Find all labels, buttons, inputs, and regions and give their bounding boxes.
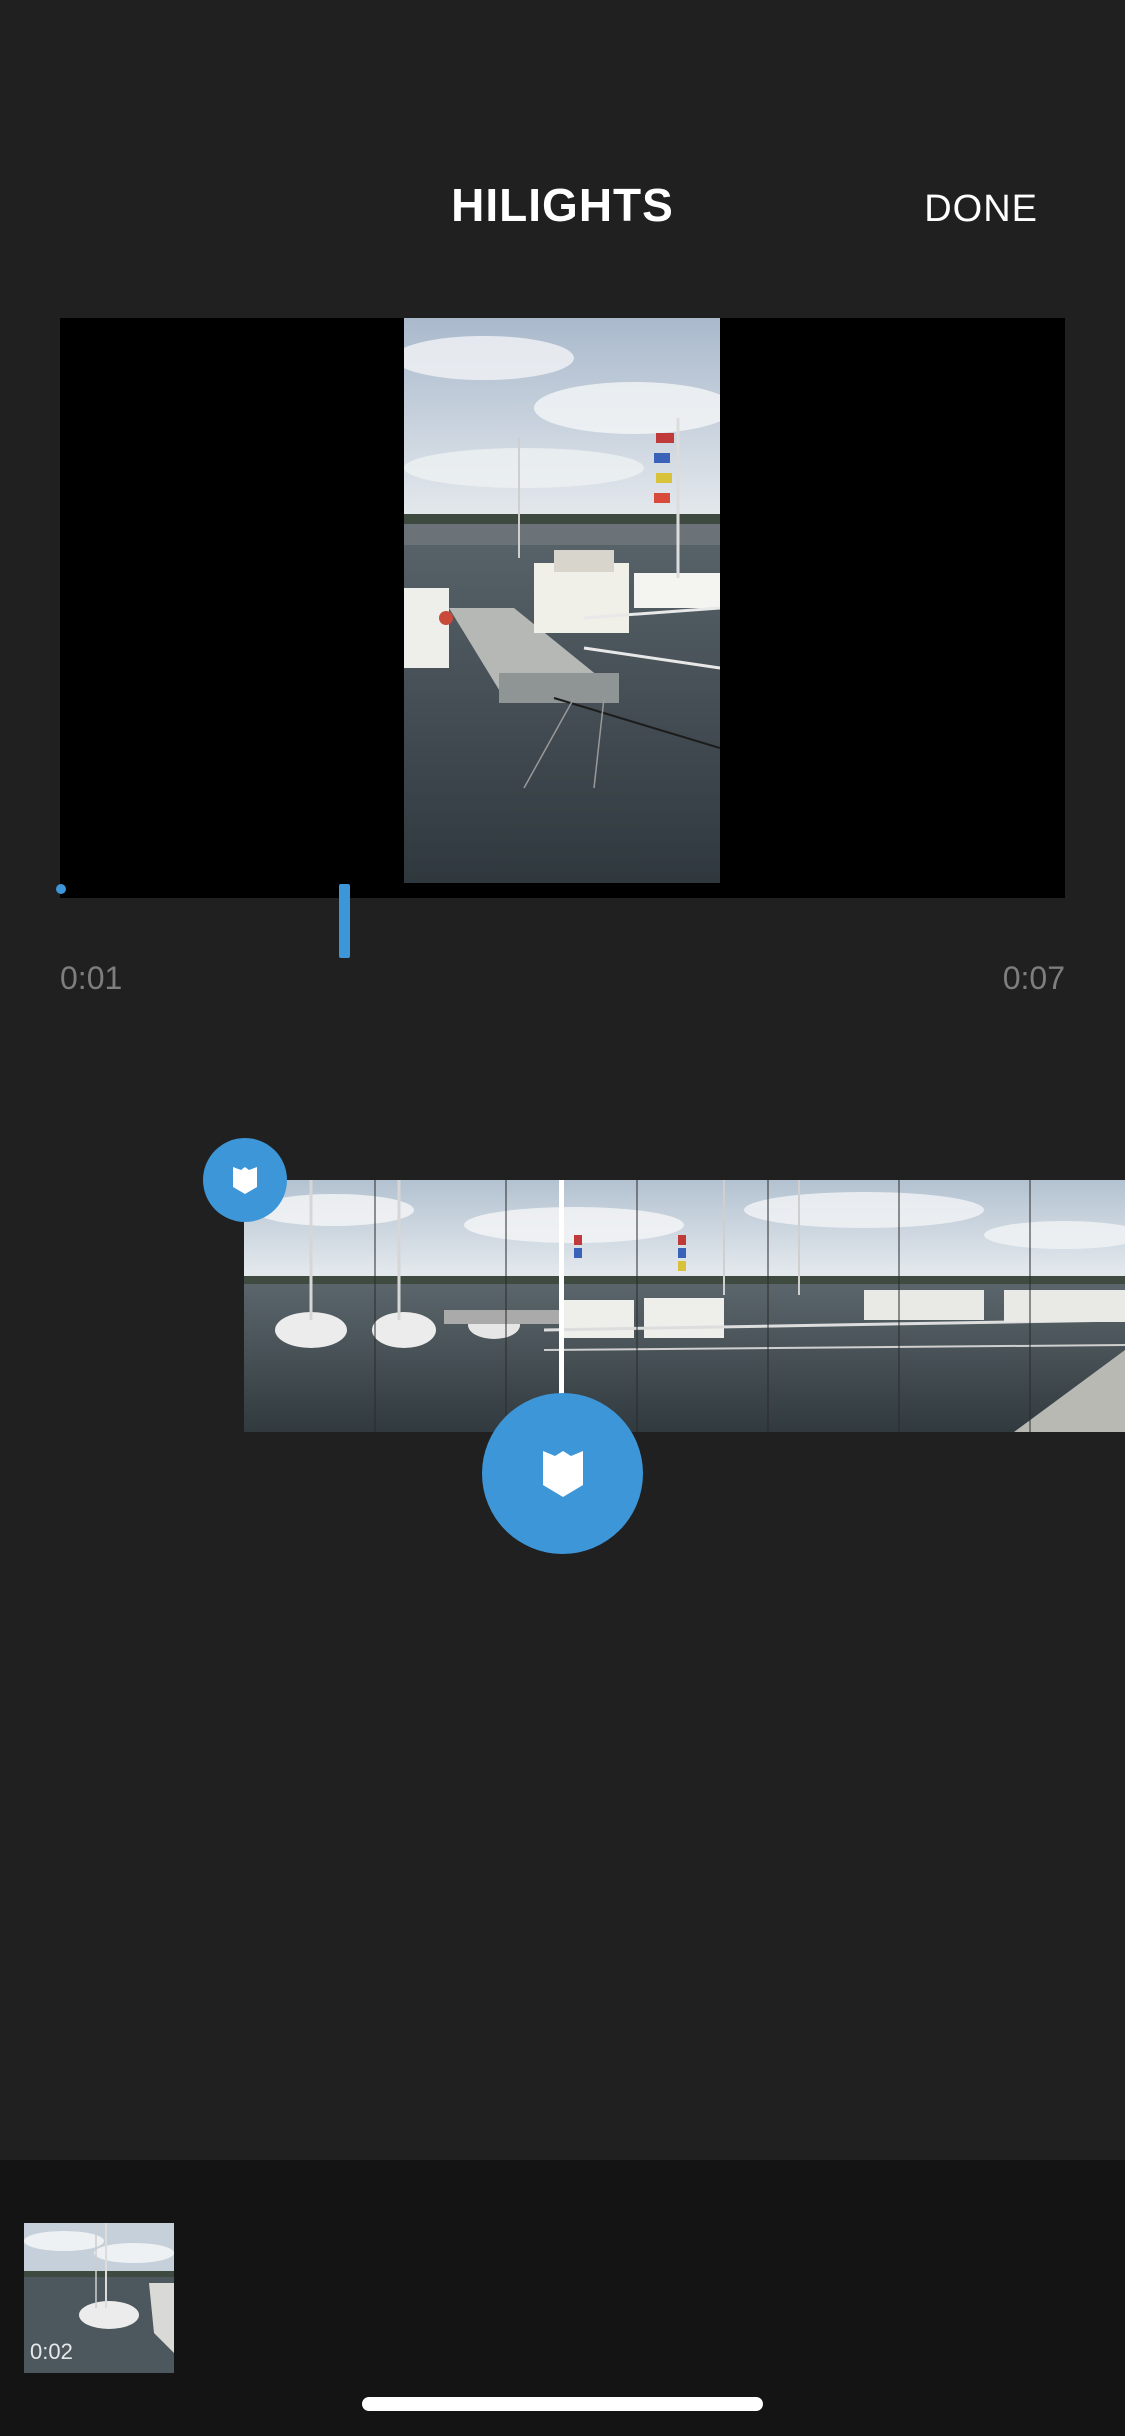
playhead-handle[interactable] <box>339 884 350 958</box>
end-time-label: 0:07 <box>1002 960 1065 996</box>
clip-duration-label: 0:02 <box>30 2339 73 2364</box>
add-hilight-button[interactable] <box>482 1393 643 1554</box>
video-frame <box>404 318 720 883</box>
done-button[interactable]: DONE <box>924 188 1038 231</box>
filmstrip-timeline[interactable] <box>244 1180 1125 1432</box>
hilights-editor-screen: HILIGHTS DONE 0:01 0:07 0:02 <box>0 0 1125 2436</box>
video-preview[interactable] <box>60 318 1065 898</box>
start-time-label: 0:01 <box>60 960 123 996</box>
clip-thumbnail[interactable]: 0:02 <box>24 2223 174 2373</box>
home-indicator[interactable] <box>362 2397 763 2411</box>
bookmark-shield-icon <box>233 1167 257 1194</box>
scrubber-start-marker <box>56 884 66 894</box>
bookmark-shield-icon <box>542 1450 583 1497</box>
hilight-marker-button[interactable] <box>203 1138 287 1222</box>
